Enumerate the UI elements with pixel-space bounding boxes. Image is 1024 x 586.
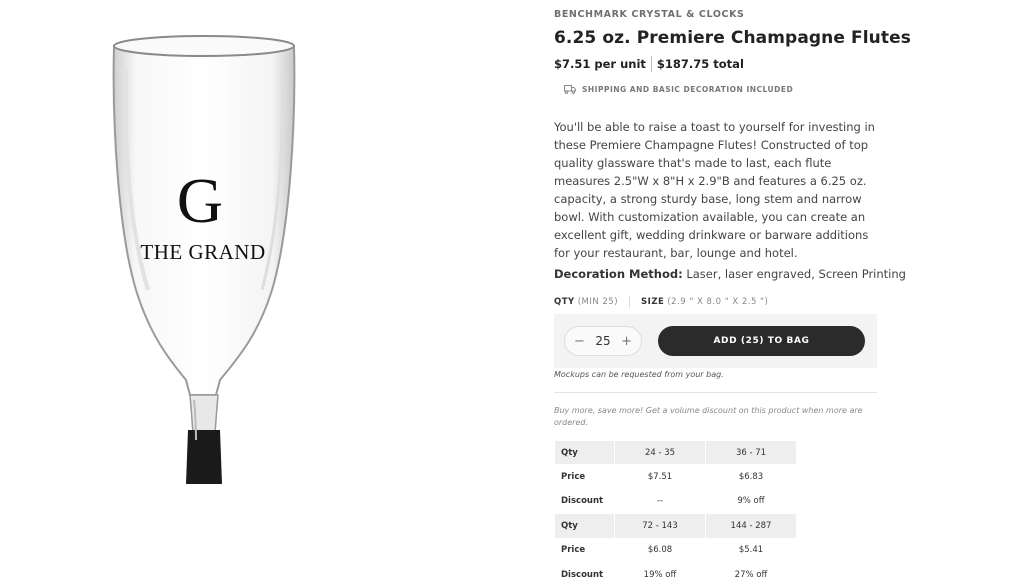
table-cell: 19% off: [614, 561, 706, 586]
row-label: Discount: [554, 488, 615, 515]
row-label: Discount: [554, 561, 615, 586]
row-label: Qty: [554, 513, 615, 539]
brand-name[interactable]: BENCHMARK CRYSTAL & CLOCKS: [554, 9, 744, 20]
shipping-note: SHIPPING AND BASIC DECORATION INCLUDED: [564, 85, 793, 94]
table-cell: --: [614, 488, 706, 515]
qty-label: QTY: [554, 297, 575, 307]
product-options: QTY (MIN 25) SIZE (2.9 " X 8.0 " X 2.5 "…: [554, 296, 768, 308]
table-cell: 27% off: [705, 561, 797, 586]
quantity-stepper[interactable]: − 25 +: [564, 326, 642, 356]
decoration-method: Decoration Method: Laser, laser engraved…: [554, 267, 906, 281]
product-info: BENCHMARK CRYSTAL & CLOCKS 6.25 oz. Prem…: [554, 0, 911, 586]
unit-price: $7.51 per unit: [554, 57, 646, 71]
price-divider: [650, 56, 652, 72]
mockups-note: Mockups can be requested from your bag.: [554, 370, 724, 379]
row-label: Price: [554, 537, 615, 563]
table-cell: $7.51: [614, 464, 706, 490]
product-description: You'll be able to raise a toast to yours…: [554, 120, 875, 260]
table-row: Qty 72 - 143 144 - 287: [554, 513, 797, 539]
product-image: G THE GRAND: [0, 0, 540, 586]
volume-discount-note: Buy more, save more! Get a volume discou…: [554, 406, 863, 427]
shipping-text: SHIPPING AND BASIC DECORATION INCLUDED: [582, 85, 794, 94]
row-label: Qty: [554, 439, 615, 466]
table-cell: 144 - 287: [705, 513, 797, 539]
divider: [554, 392, 877, 393]
table-cell: $6.08: [614, 537, 706, 563]
quantity-value[interactable]: 25: [595, 334, 610, 348]
table-cell: 36 - 71: [705, 439, 797, 466]
pricing-table: Qty 24 - 35 36 - 71 Price $7.51 $6.83 Di…: [554, 439, 797, 586]
truck-icon: [564, 85, 576, 94]
add-to-bag-panel: − 25 + ADD (25) TO BAG: [554, 314, 877, 368]
increment-button[interactable]: +: [621, 335, 632, 348]
table-cell: 9% off: [705, 488, 797, 515]
table-row: Price $7.51 $6.83: [554, 464, 797, 490]
decrement-button[interactable]: −: [574, 335, 585, 348]
table-row: Price $6.08 $5.41: [554, 537, 797, 563]
table-cell: $5.41: [705, 537, 797, 563]
row-label: Price: [554, 464, 615, 490]
table-row: Qty 24 - 35 36 - 71: [554, 439, 797, 466]
add-to-bag-button[interactable]: ADD (25) TO BAG: [658, 326, 865, 356]
size-label: SIZE: [641, 297, 665, 307]
logo-monogram: G: [177, 165, 223, 236]
table-cell: $6.83: [705, 464, 797, 490]
options-divider: [629, 296, 631, 308]
total-price: $187.75 total: [656, 57, 744, 71]
decoration-value: Laser, laser engraved, Screen Printing: [686, 267, 906, 281]
table-row: Discount -- 9% off: [554, 488, 797, 515]
table-cell: 24 - 35: [614, 439, 706, 466]
decoration-label: Decoration Method:: [554, 267, 683, 281]
qty-min: (MIN 25): [577, 297, 619, 307]
product-title: 6.25 oz. Premiere Champagne Flutes: [554, 28, 911, 48]
table-row: Discount 19% off 27% off: [554, 561, 797, 586]
size-value: (2.9 " X 8.0 " X 2.5 "): [667, 297, 769, 307]
logo-text: THE GRAND: [140, 240, 265, 264]
table-cell: 72 - 143: [614, 513, 706, 539]
champagne-flute-image: G THE GRAND: [112, 35, 296, 484]
price-line: $7.51 per unit $187.75 total: [554, 56, 744, 72]
